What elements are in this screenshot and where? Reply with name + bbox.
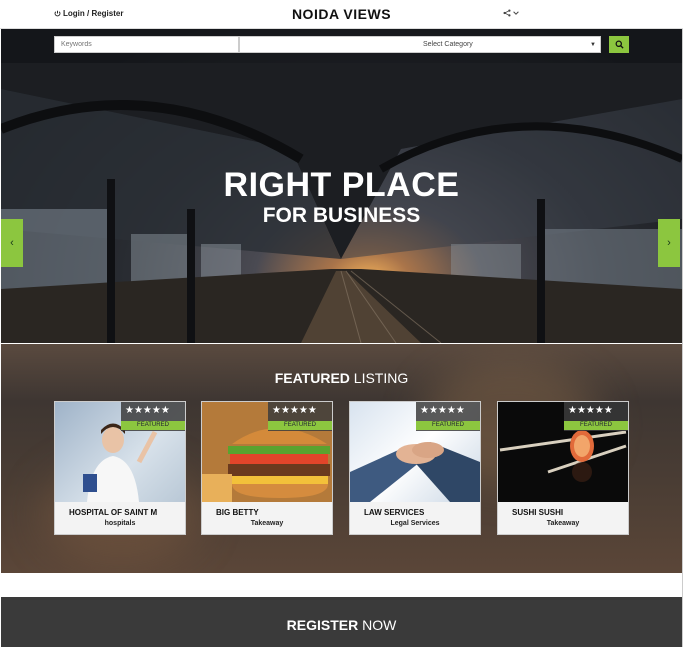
search-button[interactable] [609,36,629,53]
top-bar: Login / Register NOIDA VIEWS [0,0,683,29]
hero-headline: RIGHT PLACE FOR BUSINESS [1,167,682,229]
featured-badge: FEATURED [268,421,332,430]
listing-name: HOSPITAL OF SAINT M [69,508,158,517]
chevron-down-icon [513,11,519,15]
featured-badge: FEATURED [416,421,480,430]
listing-card[interactable]: ★★★★★ FEATURED BIG BETTY Takeaway [201,401,333,535]
rating-box: ★★★★★ FEATURED [416,402,480,431]
category-select[interactable]: Select Category ▼ [239,36,601,53]
hero-line-2: FOR BUSINESS [262,204,421,227]
share-icon [503,9,511,17]
hero-line-1: RIGHT PLACE [223,166,460,204]
register-rest: NOW [358,617,397,633]
slider-next-button[interactable]: › [658,219,680,267]
featured-badge: FEATURED [121,421,185,430]
site-title[interactable]: NOIDA VIEWS [0,6,683,22]
share-button[interactable] [503,9,520,17]
featured-badge: FEATURED [564,421,628,430]
hero-banner: Select Category ▼ RIGHT PLACE FOR BUSINE… [1,29,682,343]
star-rating: ★★★★★ [125,405,170,416]
rating-box: ★★★★★ FEATURED [268,402,332,431]
keywords-input[interactable] [54,36,239,53]
listing-category: Takeaway [250,520,284,527]
star-rating: ★★★★★ [272,405,317,416]
listing-name: LAW SERVICES [364,508,425,517]
search-icon [615,40,624,49]
listing-card[interactable]: ★★★★★ FEATURED SUSHI SUSHI Takeaway [497,401,629,535]
listing-card[interactable]: ★★★★★ FEATURED LAW SERVICES Legal Servic… [349,401,481,535]
search-bar: Select Category ▼ [1,29,682,63]
listing-category: Takeaway [546,520,580,527]
chevron-right-icon: › [667,237,671,249]
section-spacer [1,573,682,597]
dropdown-arrow-icon: ▼ [590,42,596,48]
listing-category: hospitals [104,520,136,527]
chevron-left-icon: ‹ [10,237,14,249]
featured-title-rest: LISTING [349,370,409,386]
featured-title: FEATURED LISTING [1,370,682,386]
slider-prev-button[interactable]: ‹ [1,219,23,267]
star-rating: ★★★★★ [420,405,465,416]
featured-title-bold: FEATURED [274,370,350,386]
category-select-value: Select Category [423,41,473,48]
register-now-section[interactable]: REGISTER NOW [1,597,682,647]
star-rating: ★★★★★ [568,405,613,416]
featured-listing-section: FEATURED LISTING ★★★★★ FEATURED HOSPITAL… [1,344,682,573]
rating-box: ★★★★★ FEATURED [121,402,185,431]
listing-name: SUSHI SUSHI [512,508,564,517]
listing-card[interactable]: ★★★★★ FEATURED HOSPITAL OF SAINT M hospi… [54,401,186,535]
register-bold: REGISTER [286,617,359,633]
listing-category: Legal Services [390,520,440,527]
listing-name: BIG BETTY [216,508,259,517]
rating-box: ★★★★★ FEATURED [564,402,628,431]
